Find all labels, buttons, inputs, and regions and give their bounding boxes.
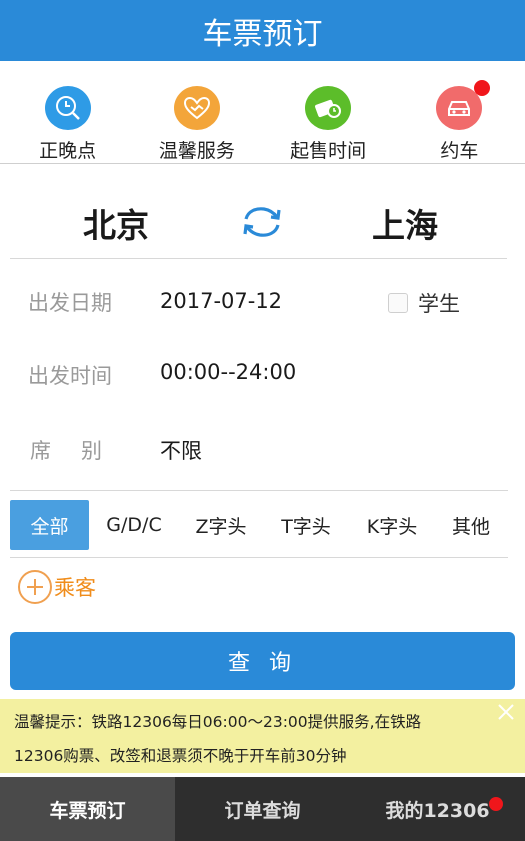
seat-label: 席别 — [30, 439, 132, 463]
add-passenger-button[interactable]: 乘客 — [18, 570, 96, 604]
nav-label: 车票预订 — [49, 799, 126, 822]
tab-other[interactable]: 其他 — [434, 500, 508, 550]
quick-label: 正晚点 — [39, 140, 97, 162]
quick-label: 温馨服务 — [158, 140, 235, 162]
seat-value[interactable]: 不限 — [160, 435, 202, 465]
quick-item-sale-time[interactable]: 起售时间 — [263, 61, 394, 163]
passenger-label: 乘客 — [54, 576, 96, 600]
train-type-tabs: 全部 G/D/C Z字头 T字头 K字头 其他 — [10, 490, 508, 558]
ticket-clock-icon — [305, 86, 352, 130]
nav-my-12306[interactable]: 我的12306 — [350, 777, 525, 841]
quick-label: 约车 — [440, 140, 479, 162]
tab-z[interactable]: Z字头 — [182, 500, 260, 550]
to-station[interactable]: 上海 — [372, 199, 438, 247]
car-icon — [436, 80, 491, 130]
app-header: 车票预订 — [0, 0, 525, 61]
quick-item-delay[interactable]: 正晚点 — [2, 61, 133, 163]
notice-banner: 温馨提示：铁路12306每日06:00～23:00提供服务,在铁路 12306购… — [0, 699, 525, 773]
nav-order-query[interactable]: 订单查询 — [175, 777, 350, 841]
notice-line-1: 温馨提示：铁路12306每日06:00～23:00提供服务,在铁路 — [14, 713, 422, 731]
tab-t[interactable]: T字头 — [267, 500, 345, 550]
time-value[interactable]: 00:00--24:00 — [160, 360, 296, 384]
student-label: 学生 — [418, 292, 460, 316]
nav-label: 我的12306 — [385, 799, 490, 822]
quick-item-car[interactable]: 约车 — [394, 61, 525, 163]
from-station[interactable]: 北京 — [83, 199, 149, 247]
time-label: 出发时间 — [28, 364, 112, 388]
quick-item-service[interactable]: 温馨服务 — [131, 61, 262, 163]
student-checkbox[interactable] — [388, 293, 408, 313]
date-label: 出发日期 — [28, 291, 112, 315]
seat-row[interactable]: 席别 不限 — [0, 432, 525, 472]
nav-ticket-booking[interactable]: 车票预订 — [0, 777, 175, 841]
tab-k[interactable]: K字头 — [353, 500, 431, 550]
nav-label: 订单查询 — [224, 799, 301, 822]
page-title: 车票预订 — [202, 16, 323, 52]
swap-icon[interactable] — [240, 205, 284, 239]
badge-dot — [474, 80, 491, 96]
tab-gdc[interactable]: G/D/C — [95, 500, 173, 550]
plus-circle-icon — [18, 570, 52, 604]
station-selector: 北京 上海 — [10, 165, 507, 259]
date-value[interactable]: 2017-07-12 — [160, 289, 282, 313]
clock-search-icon — [44, 86, 91, 130]
time-row[interactable]: 出发时间 00:00--24:00 — [0, 357, 525, 397]
quick-label: 起售时间 — [290, 140, 367, 162]
student-toggle[interactable]: 学生 — [388, 288, 460, 318]
handshake-heart-icon — [173, 86, 220, 130]
close-icon[interactable] — [497, 703, 515, 721]
query-button[interactable]: 查 询 — [10, 632, 515, 690]
quick-actions-row: 正晚点 温馨服务 起售时间 约车 — [0, 61, 525, 164]
badge-dot — [489, 797, 503, 811]
notice-line-2: 12306购票、改签和退票须不晚于开车前30分钟 — [14, 747, 347, 765]
tab-all[interactable]: 全部 — [10, 500, 89, 550]
bottom-nav: 车票预订 订单查询 我的12306 — [0, 777, 525, 841]
